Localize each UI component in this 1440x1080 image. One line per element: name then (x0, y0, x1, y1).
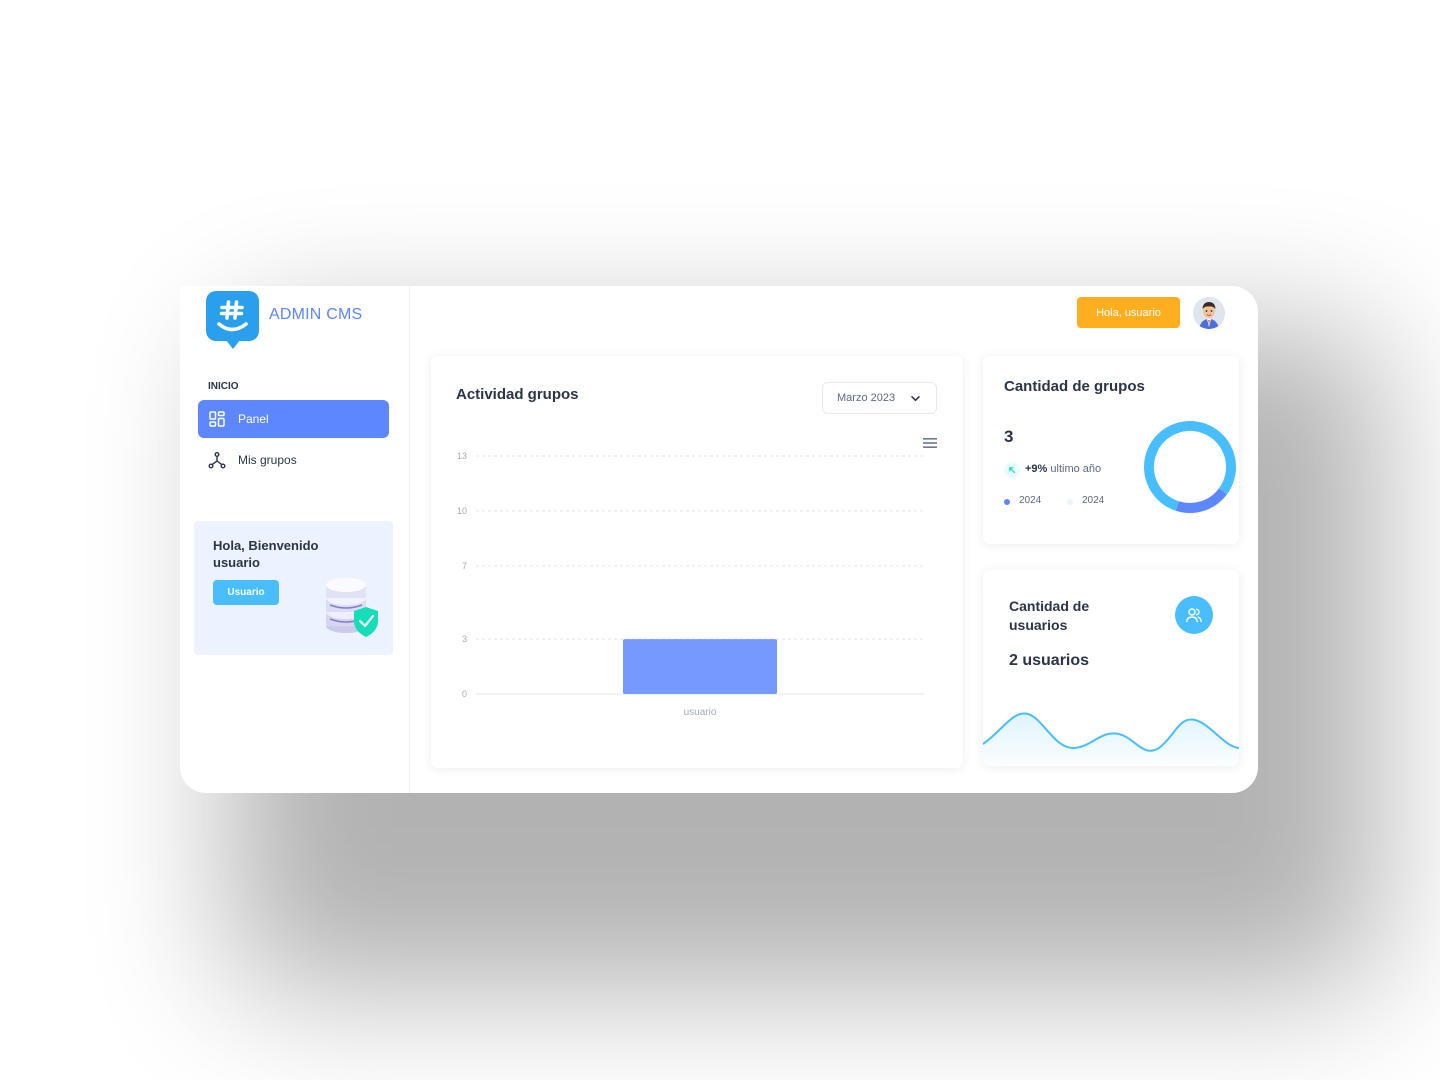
legend-label: 2024 (1019, 495, 1042, 506)
growth-text: +9% ultimo año (1025, 463, 1101, 475)
y-tick-label: 0 (462, 689, 467, 699)
growth-label: ultimo año (1050, 463, 1102, 475)
brand-name: ADMIN CMS (269, 306, 363, 323)
bar-usuario[interactable] (623, 639, 777, 694)
groups-card: Cantidad de grupos 3 +9% ultimo año 2024… (983, 356, 1239, 544)
arrow-up-left-icon (1009, 467, 1016, 474)
y-tick-label: 7 (462, 561, 467, 571)
users-card: Cantidad de usuarios 2 usuarios (983, 570, 1239, 766)
sidebar-item-mis-grupos[interactable]: Mis grupos (198, 441, 389, 479)
users-sparkline (983, 712, 1239, 766)
y-tick-label: 13 (457, 451, 467, 461)
legend-dot-2024-light (1067, 499, 1073, 505)
users-icon-badge (1175, 596, 1213, 634)
sidebar-item-label: Mis grupos (238, 453, 297, 467)
activity-bar-chart: 0 3 7 10 13 usuario (457, 451, 924, 718)
users-count: 2 usuarios (1009, 652, 1090, 669)
users-icon (1186, 608, 1202, 623)
user-avatar[interactable] (1193, 297, 1225, 329)
groups-count: 3 (1004, 427, 1014, 446)
x-tick-label: usuario (684, 707, 717, 718)
app-window: ADMIN CMS INICIO Panel Mis grupos Hola, … (180, 286, 1258, 793)
sidebar-item-label: Panel (238, 412, 269, 426)
sidebar: ADMIN CMS INICIO Panel Mis grupos Hola, … (180, 286, 410, 793)
sidebar-item-panel[interactable]: Panel (198, 400, 389, 438)
network-icon (208, 451, 226, 469)
donut-slice-0[interactable] (1142, 419, 1238, 515)
welcome-card: Hola, Bienvenido usuario Usuario (194, 521, 393, 655)
usuario-button[interactable]: Usuario (213, 580, 279, 605)
avatar-icon (1193, 297, 1225, 329)
groups-donut-chart (1142, 419, 1238, 515)
groupme-logo-icon (206, 291, 259, 349)
welcome-title: Hola, Bienvenido usuario (213, 538, 319, 570)
y-tick-label: 10 (457, 506, 467, 516)
growth-badge (1004, 462, 1020, 478)
activity-card: Actividad grupos Marzo 2023 0 3 7 10 13 usuar… (431, 356, 963, 768)
growth-value: +9% (1025, 463, 1048, 475)
y-tick-label: 3 (462, 634, 467, 644)
legend-dot-2024-primary (1004, 499, 1010, 505)
legend-label: 2024 (1082, 495, 1105, 506)
dashboard-icon (208, 410, 226, 428)
groups-title: Cantidad de grupos (1004, 378, 1145, 395)
nav-section-label: INICIO (208, 381, 239, 392)
donut-slice-1[interactable] (1142, 419, 1238, 515)
database-shield-icon (326, 578, 378, 637)
greeting-button[interactable]: Hola, usuario (1077, 297, 1180, 328)
users-title: Cantidad de usuarios (1009, 598, 1090, 633)
